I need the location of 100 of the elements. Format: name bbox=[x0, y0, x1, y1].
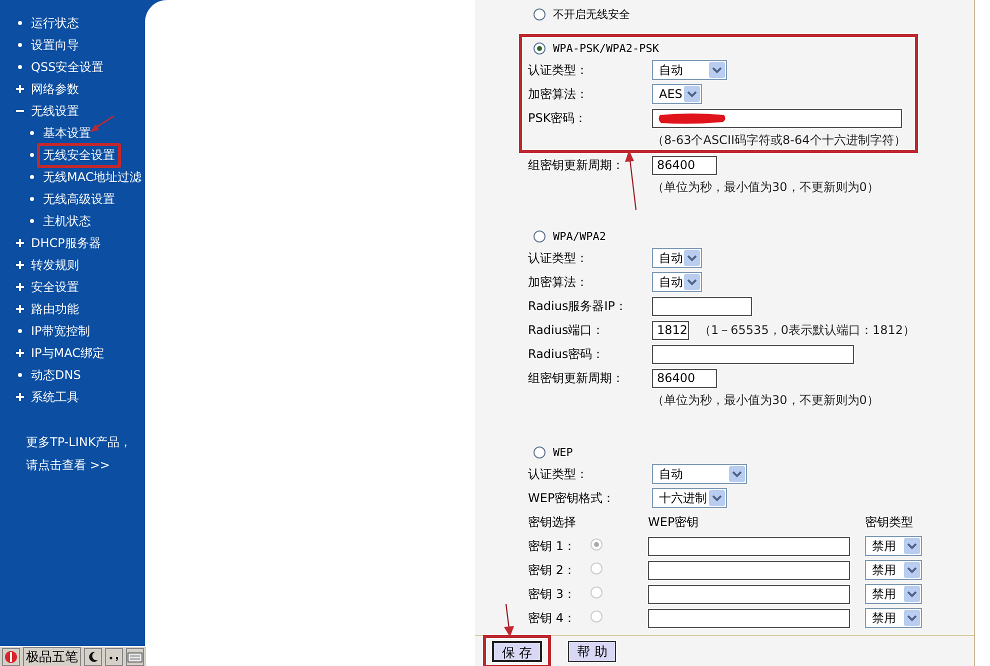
sidebar-item[interactable]: QSS安全设置 bbox=[25, 54, 110, 80]
key-label: 密钥 3： bbox=[528, 586, 576, 602]
sidebar-item[interactable]: 设置向导 bbox=[25, 32, 85, 58]
caret-icon bbox=[904, 538, 920, 554]
sidebar-item[interactable]: 无线高级设置 bbox=[37, 186, 121, 212]
mode-label: WPA/WPA2 bbox=[553, 230, 606, 242]
sidebar-item[interactable]: 网络参数 bbox=[25, 76, 85, 102]
sidebar-item[interactable]: 路由功能 bbox=[25, 296, 85, 322]
plus-icon[interactable] bbox=[16, 261, 24, 269]
hint-text: （单位为秒，最小值为30，不更新则为0） bbox=[652, 178, 879, 196]
input-field[interactable] bbox=[648, 584, 850, 604]
field-label: Radius端口： bbox=[528, 322, 606, 338]
sidebar-item[interactable]: 系统工具 bbox=[25, 384, 85, 410]
radio-button[interactable] bbox=[533, 230, 546, 242]
promo-link[interactable]: 请点击查看 >> bbox=[26, 457, 145, 474]
input-field[interactable] bbox=[652, 108, 902, 128]
plus-icon[interactable] bbox=[16, 349, 24, 357]
key-label: 密钥 4： bbox=[528, 610, 576, 626]
dropdown[interactable]: 自动 bbox=[652, 464, 747, 484]
field-label: Radius服务器IP： bbox=[528, 298, 628, 314]
dropdown[interactable]: 十六进制 bbox=[652, 488, 727, 508]
sidebar-item[interactable]: 无线MAC地址过滤 bbox=[37, 164, 148, 190]
input-field[interactable] bbox=[648, 536, 850, 556]
caret-icon bbox=[684, 86, 700, 102]
caret-icon bbox=[684, 250, 700, 266]
sidebar-item[interactable]: 无线设置 bbox=[25, 98, 85, 124]
plus-icon[interactable] bbox=[16, 239, 24, 247]
key-label: 密钥 2： bbox=[528, 562, 576, 578]
caret-icon bbox=[709, 490, 725, 506]
field-label: 组密钥更新周期： bbox=[528, 156, 625, 174]
dropdown[interactable]: 自动 bbox=[652, 272, 702, 292]
caret-icon bbox=[709, 62, 725, 78]
caret-icon bbox=[729, 466, 745, 482]
sidebar-item[interactable]: 无线安全设置 bbox=[37, 142, 121, 168]
sidebar-item[interactable]: 转发规则 bbox=[25, 252, 85, 278]
plus-icon[interactable] bbox=[16, 85, 24, 93]
bullet-icon bbox=[28, 195, 36, 203]
input-field[interactable] bbox=[648, 560, 850, 580]
bullet-icon bbox=[16, 63, 24, 71]
plus-icon[interactable] bbox=[16, 283, 24, 291]
sidebar-item[interactable]: IP带宽控制 bbox=[25, 318, 96, 344]
caret-icon bbox=[904, 586, 920, 602]
minus-icon[interactable] bbox=[16, 107, 24, 115]
dropdown[interactable]: 自动 bbox=[652, 60, 727, 80]
sidebar-item[interactable]: 动态DNS bbox=[25, 362, 87, 388]
caret-icon bbox=[684, 274, 700, 290]
field-label: 认证类型： bbox=[528, 62, 589, 78]
input-field[interactable]: 1812 bbox=[652, 320, 690, 340]
sidebar-item[interactable]: DHCP服务器 bbox=[25, 230, 107, 256]
dropdown[interactable]: AES bbox=[652, 84, 702, 104]
radio-button[interactable] bbox=[533, 446, 546, 458]
ime-name[interactable]: 极品五笔 bbox=[23, 646, 81, 666]
key-label: 密钥 1： bbox=[528, 538, 576, 554]
bullet-icon bbox=[28, 129, 36, 137]
sidebar-item[interactable]: 基本设置 bbox=[37, 120, 97, 146]
field-label: PSK密码： bbox=[528, 110, 588, 126]
mode-label: WPA-PSK/WPA2-PSK bbox=[553, 42, 659, 54]
plus-icon[interactable] bbox=[16, 393, 24, 401]
field-label: 加密算法： bbox=[528, 86, 589, 102]
mode-label: 不开启无线安全 bbox=[553, 6, 630, 22]
field-label: 组密钥更新周期： bbox=[528, 370, 625, 386]
field-label: 认证类型： bbox=[528, 466, 589, 482]
sidebar-item[interactable]: 主机状态 bbox=[37, 208, 97, 234]
field-label: WEP密钥格式： bbox=[528, 490, 616, 506]
promo-link[interactable]: 更多TP-LINK产品， bbox=[26, 434, 145, 451]
caret-icon bbox=[904, 562, 920, 578]
input-field[interactable] bbox=[648, 608, 850, 628]
input-field[interactable]: 86400 bbox=[652, 368, 717, 388]
radio-button[interactable] bbox=[533, 8, 546, 20]
field-label: 认证类型： bbox=[528, 250, 589, 266]
sidebar-item[interactable]: IP与MAC绑定 bbox=[25, 340, 111, 366]
mode-label: WEP bbox=[553, 446, 573, 458]
plus-icon[interactable] bbox=[16, 305, 24, 313]
radio-button[interactable] bbox=[533, 42, 546, 54]
save-button[interactable]: 保 存 bbox=[492, 640, 542, 662]
column-header: 密钥类型 bbox=[865, 514, 914, 530]
bullet-icon bbox=[28, 151, 36, 159]
bullet-icon bbox=[16, 41, 24, 49]
sidebar-item[interactable]: 运行状态 bbox=[25, 10, 85, 36]
bullet-icon bbox=[16, 327, 24, 335]
bullet-icon bbox=[28, 173, 36, 181]
bullet-icon bbox=[16, 371, 24, 379]
input-field[interactable] bbox=[652, 296, 752, 316]
column-header: 密钥选择 bbox=[528, 514, 577, 530]
help-button[interactable]: 帮 助 bbox=[568, 640, 616, 662]
input-field[interactable] bbox=[652, 344, 854, 364]
logo-icon[interactable] bbox=[2, 648, 20, 666]
input-field[interactable]: 86400 bbox=[652, 156, 717, 174]
hint-text: （1－65535，0表示默认端口：1812） bbox=[699, 322, 915, 338]
caret-icon bbox=[904, 610, 920, 626]
moon-icon[interactable] bbox=[84, 648, 102, 666]
dropdown[interactable]: 自动 bbox=[652, 248, 702, 268]
hint-text: （8-63个ASCII码字符或8-64个十六进制字符） bbox=[652, 132, 906, 148]
keyboard-icon[interactable] bbox=[126, 648, 144, 666]
punctuation-icon[interactable] bbox=[105, 648, 123, 666]
sidebar-item[interactable]: 安全设置 bbox=[25, 274, 85, 300]
hint-text: （单位为秒，最小值为30，不更新则为0） bbox=[652, 392, 879, 408]
column-header: WEP密钥 bbox=[648, 514, 700, 530]
bullet-icon bbox=[28, 217, 36, 225]
field-label: Radius密码： bbox=[528, 346, 606, 362]
